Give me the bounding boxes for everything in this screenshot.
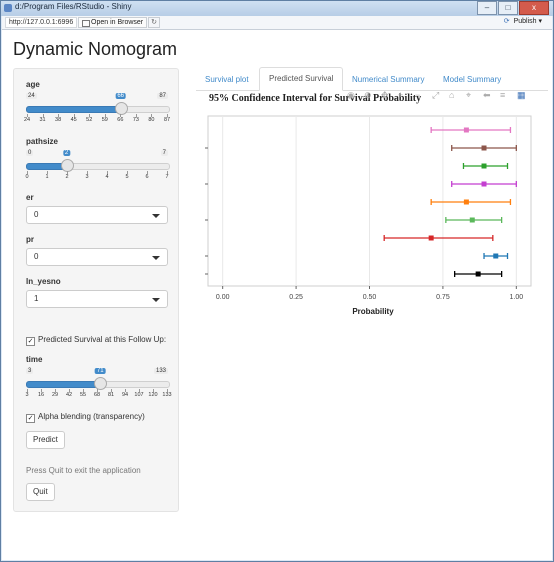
x-tick-label: 0.50: [363, 294, 377, 301]
x-tick-label: 0.25: [289, 294, 303, 301]
x-tick-label: 0.00: [216, 294, 230, 301]
app-icon: [4, 4, 12, 12]
open-in-browser-label: Open in Browser: [91, 19, 144, 26]
point-estimate: [481, 181, 487, 187]
viewer-toolbar: http://127.0.0.1:6996 Open in Browser ↻ …: [2, 16, 552, 30]
url-display[interactable]: http://127.0.0.1:6996: [5, 17, 78, 28]
point-estimate: [469, 217, 475, 223]
point-estimate: [493, 253, 499, 259]
publish-button[interactable]: ⟳ Publish ▾: [504, 17, 542, 25]
window-title: d:/Program Files/RStudio - Shiny: [15, 2, 132, 11]
title-bar: d:/Program Files/RStudio - Shiny – □ x: [1, 1, 553, 16]
shiny-app: Dynamic Nomogram age 24 87 66 24 31 38 45 52…: [2, 30, 552, 560]
x-tick-label: 1.00: [510, 294, 524, 301]
browser-icon: [82, 20, 90, 27]
point-estimate: [463, 199, 469, 205]
point-estimate: [463, 127, 469, 133]
point-estimate: [481, 163, 487, 169]
publish-label: Publish: [513, 18, 537, 25]
close-button[interactable]: x: [519, 1, 549, 15]
minimize-button[interactable]: –: [477, 1, 497, 15]
ci-chart: Probability 0.00 0.25 0.50 0.75 1.00: [205, 115, 532, 316]
open-in-browser-button[interactable]: Open in Browser: [78, 17, 148, 28]
chevron-down-icon: ▾: [538, 18, 542, 25]
maximize-button[interactable]: □: [498, 1, 518, 15]
x-axis-label: Probability: [352, 307, 394, 316]
point-estimate: [475, 271, 481, 277]
x-tick-label: 0.75: [436, 294, 450, 301]
publish-icon: ⟳: [503, 18, 510, 25]
point-estimate: [428, 235, 434, 241]
point-estimate: [481, 145, 487, 151]
window-controls: – □ x: [476, 1, 549, 15]
refresh-button[interactable]: ↻: [148, 17, 160, 28]
app-window: d:/Program Files/RStudio - Shiny – □ x h…: [0, 0, 554, 562]
